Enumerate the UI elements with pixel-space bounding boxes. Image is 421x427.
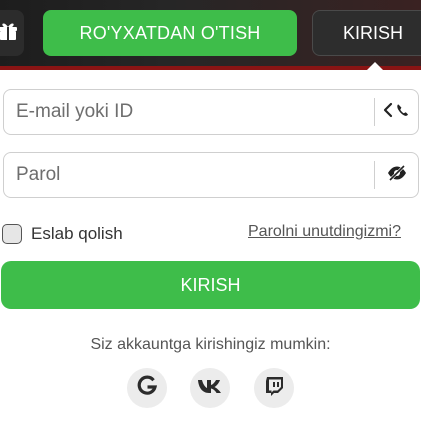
login-field [3,89,419,135]
register-button[interactable]: RO'YXATDAN O'TISH [43,10,297,56]
password-field [3,152,419,198]
forgot-password-link[interactable]: Parolni unutdingizmi? [248,222,401,242]
vk-icon [197,378,223,399]
password-input[interactable] [4,153,364,197]
twitch-icon [263,375,285,402]
login-submit-button[interactable]: KIRISH [1,261,420,309]
login-tab-button[interactable]: KIRISH [312,10,421,56]
field-divider [374,98,375,126]
remember-checkbox[interactable] [2,224,22,244]
gift-icon [0,20,19,47]
google-icon [136,375,158,402]
toggle-password-visibility[interactable] [376,153,418,197]
email-or-id-input[interactable] [4,90,364,134]
eye-off-icon [386,164,408,187]
remember-me[interactable]: Eslab qolish [2,222,123,246]
social-login-prompt: Siz akkauntga kirishingiz mumkin: [90,336,331,353]
vk-login-button[interactable] [190,368,230,408]
top-bar: RO'YXATDAN O'TISH KIRISH [0,0,421,70]
gift-button[interactable] [0,10,24,56]
remember-label: Eslab qolish [31,224,123,243]
twitch-login-button[interactable] [254,368,294,408]
chevron-left-phone-icon [382,101,412,124]
google-login-button[interactable] [127,368,167,408]
phone-switch-button[interactable] [376,90,418,134]
field-divider [374,161,375,189]
